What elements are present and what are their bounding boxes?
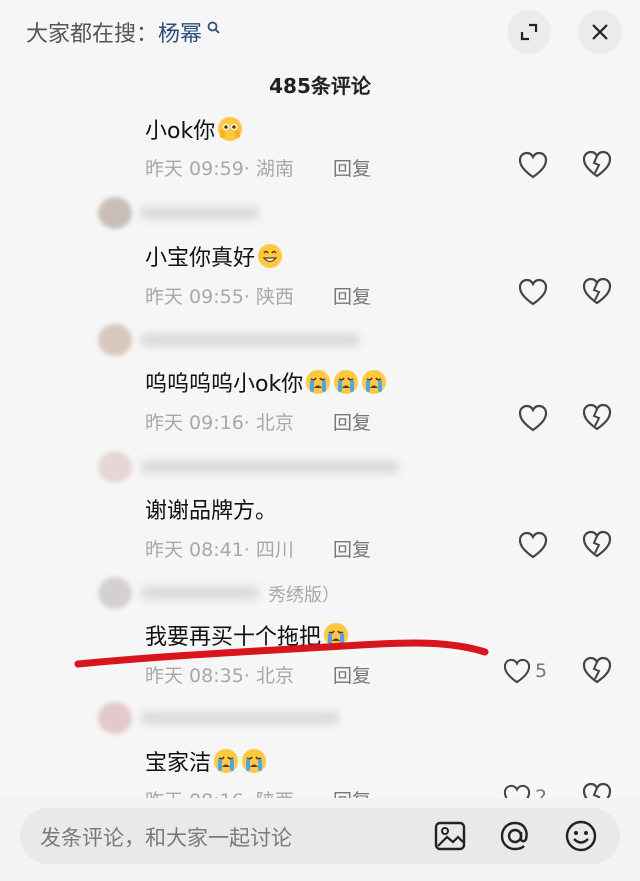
emoji-button[interactable] (563, 818, 599, 854)
red-underline-annotation (74, 639, 489, 668)
comment-text: 宝家洁 (145, 745, 267, 777)
at-mention-icon (500, 821, 528, 851)
crying-emoji-icon (242, 749, 267, 773)
image-icon (434, 821, 466, 851)
avatar[interactable] (98, 702, 132, 734)
blurred-username (140, 711, 340, 725)
comment-input-bar: 发条评论，和大家一起讨论 (0, 798, 640, 881)
comment-input-placeholder: 发条评论，和大家一起讨论 (40, 826, 292, 850)
image-button[interactable] (432, 818, 468, 854)
emoji-icon (565, 820, 597, 852)
crying-emoji-icon (214, 749, 239, 773)
mention-button[interactable] (497, 818, 533, 854)
